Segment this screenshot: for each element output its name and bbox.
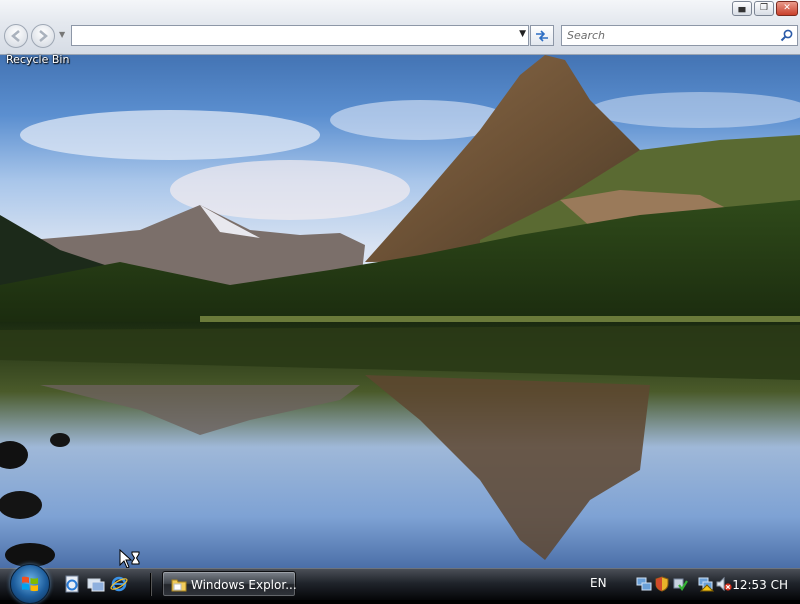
close-icon: ✕ xyxy=(783,3,791,13)
forward-arrow-icon xyxy=(39,30,48,42)
close-button[interactable]: ✕ xyxy=(776,1,798,16)
taskbar-button-windows-explorer[interactable]: Windows Explor... xyxy=(162,571,297,597)
windows-defender-icon[interactable] xyxy=(672,576,688,592)
minimize-icon: ▄ xyxy=(738,3,746,13)
maximize-button[interactable]: ❐ xyxy=(754,1,774,16)
internet-explorer-icon[interactable] xyxy=(110,575,128,593)
recycle-bin-label: Recycle Bin xyxy=(6,53,70,66)
window-controls: ▄ ❐ ✕ xyxy=(732,1,798,16)
restore-icon: ❐ xyxy=(759,3,769,13)
back-button[interactable] xyxy=(4,24,28,48)
address-bar[interactable]: ▼ xyxy=(71,25,529,46)
network-icon[interactable] xyxy=(636,576,652,592)
back-arrow-icon xyxy=(11,30,20,42)
minimize-button[interactable]: ▄ xyxy=(732,1,752,16)
security-shield-icon[interactable] xyxy=(654,576,670,592)
taskbar: Windows Explor... EN 12:53 CH xyxy=(0,564,800,604)
network-error-icon[interactable] xyxy=(698,576,714,592)
folder-icon xyxy=(171,579,187,592)
language-indicator[interactable]: EN xyxy=(590,576,607,590)
search-input[interactable] xyxy=(562,26,777,45)
volume-muted-icon[interactable] xyxy=(716,576,732,592)
start-button[interactable] xyxy=(10,564,50,604)
ie-page-icon[interactable] xyxy=(63,575,81,593)
desktop-wallpaper xyxy=(0,0,800,600)
forward-button[interactable] xyxy=(31,24,55,48)
clock[interactable]: 12:53 CH xyxy=(732,578,788,592)
quick-launch-separator xyxy=(150,573,152,596)
system-tray: 12:53 CH xyxy=(628,571,800,598)
recent-pages-dropdown[interactable]: ▼ xyxy=(59,30,67,40)
show-desktop-icon[interactable] xyxy=(87,575,105,593)
taskbar-button-label: Windows Explor... xyxy=(191,578,297,592)
search-box[interactable] xyxy=(561,25,798,46)
refresh-button[interactable] xyxy=(530,25,554,46)
search-icon[interactable] xyxy=(780,29,793,42)
desktop-icon-recycle-bin[interactable]: Recycle Bin xyxy=(6,52,78,72)
chevron-down-icon[interactable]: ▼ xyxy=(519,29,526,39)
refresh-icon xyxy=(536,29,548,42)
explorer-window-frame: ▄ ❐ ✕ ▼ ▼ xyxy=(0,0,800,55)
windows-logo-icon xyxy=(22,576,38,592)
